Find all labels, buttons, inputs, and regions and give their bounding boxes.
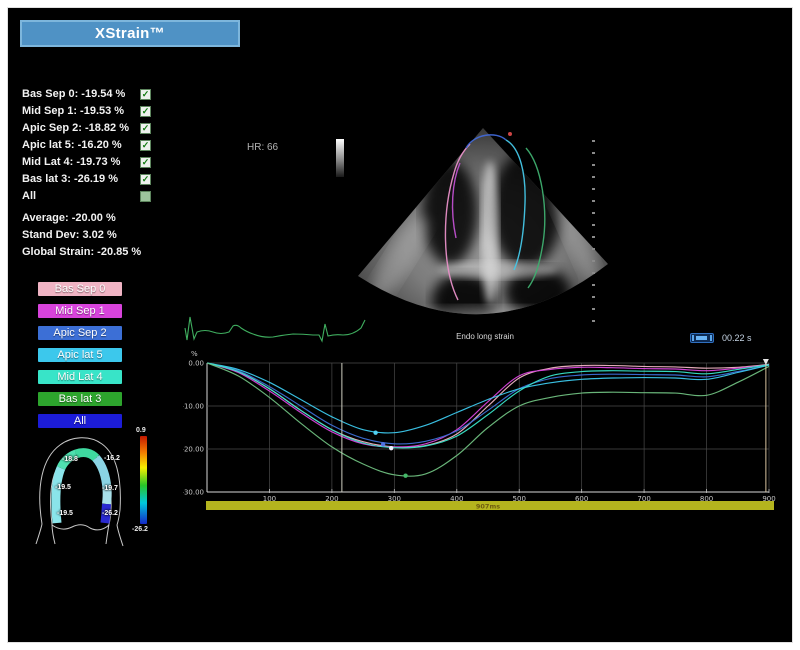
y-tick-label: -30.00 [183, 489, 204, 497]
measurement-label: Apic Sep 2: -18.82 % [22, 122, 129, 134]
bullseye-value: -18.8 [62, 456, 78, 463]
curve-marker-dot [403, 473, 407, 477]
y-tick-label: -10.00 [183, 403, 204, 411]
segment-button-apic-sep-2[interactable]: Apic Sep 2 [38, 326, 122, 340]
measurement-row: Mid Lat 4: -19.73 % ✓ [22, 156, 151, 168]
heart-rate-label: HR: 66 [247, 142, 278, 153]
ecg-trace [183, 312, 368, 350]
measurement-row: Apic lat 5: -16.20 % ✓ [22, 139, 151, 151]
measurement-list: Bas Sep 0: -19.54 % ✓ Mid Sep 1: -19.53 … [22, 88, 151, 202]
measurement-label: Mid Sep 1: -19.53 % [22, 105, 124, 117]
chart-title: Endo long strain [385, 332, 585, 341]
bullseye-value: -19.5 [55, 484, 71, 491]
measurement-label: Bas lat 3: -26.19 % [22, 173, 118, 185]
scale-min-label: -26.2 [132, 526, 148, 533]
measurement-checkbox[interactable]: ✓ [140, 174, 151, 185]
apex-marker-dot [508, 132, 512, 136]
global-strain-value: Global Strain: -20.85 % [22, 246, 141, 258]
measurement-label: All [22, 190, 36, 202]
measurement-label: Mid Lat 4: -19.73 % [22, 156, 120, 168]
strain-curve-bas-lat-3 [207, 363, 769, 476]
measurement-checkbox[interactable] [140, 191, 151, 202]
measurement-label: Apic lat 5: -16.20 % [22, 139, 122, 151]
measurement-row: Mid Sep 1: -19.53 % ✓ [22, 105, 151, 117]
xstrain-title-button[interactable]: XStrain™ [20, 20, 240, 47]
segment-button-bas-lat-3[interactable]: Bas lat 3 [38, 392, 122, 406]
ventricle-outline-graphic [28, 432, 140, 554]
measurement-checkbox[interactable]: ✓ [140, 157, 151, 168]
y-tick-label: -20.00 [183, 446, 204, 454]
app-frame: XStrain™ Bas Sep 0: -19.54 % ✓ Mid Sep 1… [0, 0, 800, 650]
segment-button-all[interactable]: All [38, 414, 122, 428]
bullseye-value: -19.7 [102, 485, 118, 492]
measurement-row: Bas lat 3: -26.19 % ✓ [22, 173, 151, 185]
stand-dev-value: Stand Dev: 3.02 % [22, 229, 141, 241]
depth-scale-dots [592, 140, 595, 328]
average-value: Average: -20.00 % [22, 212, 141, 224]
time-interval-icon [690, 333, 714, 343]
measurement-checkbox[interactable]: ✓ [140, 140, 151, 151]
measurement-checkbox[interactable]: ✓ [140, 89, 151, 100]
strain-color-scale [140, 436, 147, 524]
scale-max-label: 0.9 [136, 427, 146, 434]
measurement-checkbox[interactable]: ✓ [140, 123, 151, 134]
measurement-row: All [22, 190, 151, 202]
bullseye-value: -19.5 [57, 510, 73, 517]
measurement-row: Apic Sep 2: -18.82 % ✓ [22, 122, 151, 134]
y-axis-unit: % [191, 350, 198, 358]
segment-button-bas-sep-0[interactable]: Bas Sep 0 [38, 282, 122, 296]
strain-curve-apic-lat-5 [207, 363, 769, 433]
curve-marker-dot [389, 446, 393, 450]
timeline-duration-label: 907ms [476, 503, 500, 511]
segment-button-mid-sep-1[interactable]: Mid Sep 1 [38, 304, 122, 318]
measurement-label: Bas Sep 0: -19.54 % [22, 88, 125, 100]
ultrasound-image [338, 118, 628, 342]
segment-button-mid-lat-4[interactable]: Mid Lat 4 [38, 370, 122, 384]
segment-button-apic-lat-5[interactable]: Apic lat 5 [38, 348, 122, 362]
bullseye-value: -16.2 [104, 455, 120, 462]
curve-marker-dot [381, 442, 385, 446]
bullseye-value: -26.2 [102, 510, 118, 517]
legend-time-value: 00.22 s [722, 333, 752, 343]
y-tick-label: 0.00 [188, 360, 204, 368]
measurement-row: Bas Sep 0: -19.54 % ✓ [22, 88, 151, 100]
strain-chart-plot[interactable]: % 0.00-10.00-20.00-30.001002003004005006… [183, 346, 783, 518]
summary-block: Average: -20.00 % Stand Dev: 3.02 % Glob… [22, 212, 141, 258]
ventricle-diagram: -18.8 -16.2 -19.5 -19.7 -19.5 -26.2 [28, 432, 140, 554]
segment-button-column: Bas Sep 0 Mid Sep 1 Apic Sep 2 Apic lat … [38, 282, 122, 428]
curve-marker-dot [373, 430, 377, 434]
measurement-checkbox[interactable]: ✓ [140, 106, 151, 117]
app-canvas: XStrain™ Bas Sep 0: -19.54 % ✓ Mid Sep 1… [7, 7, 793, 643]
